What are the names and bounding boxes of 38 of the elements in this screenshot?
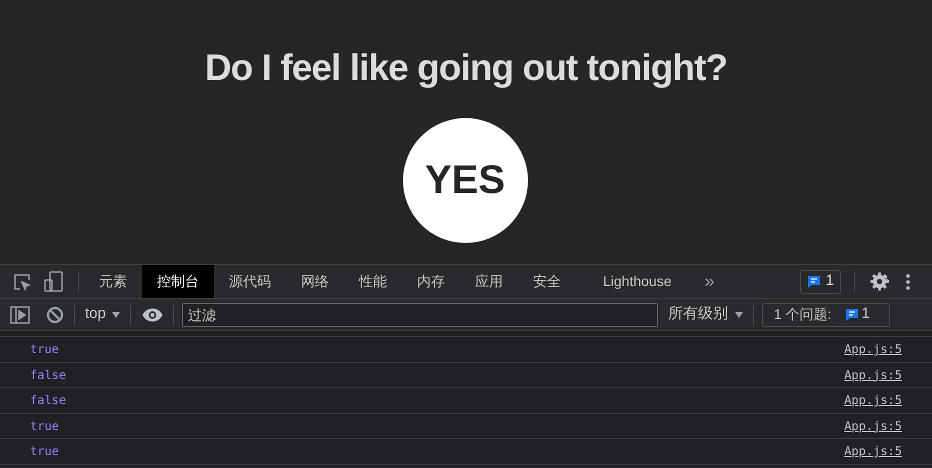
message-icon (806, 274, 821, 288)
console-value: true (30, 418, 59, 435)
sidebar-icon[interactable] (10, 306, 30, 324)
issues-button[interactable]: 1 (800, 270, 841, 294)
context-dropdown[interactable]: top (85, 303, 120, 326)
dropdown-caret-icon (112, 312, 120, 318)
more-options-icon[interactable] (906, 274, 910, 290)
source-link[interactable]: App.js:5 (844, 416, 902, 435)
source-link[interactable]: App.js:5 (844, 366, 902, 384)
dropdown-caret-icon (734, 312, 743, 318)
panel-tab[interactable]: 网络 (286, 265, 344, 298)
panel-tab[interactable]: 源代码 (214, 265, 286, 298)
more-tabs-button[interactable]: » (704, 268, 715, 295)
console-value: true (30, 341, 59, 358)
panel-tab[interactable]: 内存 (402, 265, 460, 298)
device-icon[interactable] (44, 270, 64, 292)
panel-tab[interactable]: 安全 (518, 265, 576, 298)
console-value: true (30, 443, 59, 460)
eye-icon[interactable] (142, 308, 163, 322)
clear-console-icon[interactable] (46, 306, 64, 324)
console-value: false (30, 366, 66, 384)
source-link[interactable]: App.js:5 (844, 340, 902, 358)
levels-dropdown[interactable]: 所有级别 (668, 303, 743, 326)
issues-counter-button[interactable]: 1 个问题: 1 (762, 302, 890, 326)
message-icon (845, 308, 860, 322)
source-link[interactable]: App.js:5 (844, 391, 902, 410)
console-value: false (30, 392, 66, 410)
panel-tab[interactable]: 性能 (344, 265, 402, 298)
panel-tab[interactable]: 应用 (460, 265, 518, 298)
filter-field[interactable]: 过滤 (182, 302, 658, 326)
yes-button[interactable]: YES (402, 118, 528, 242)
panel-tab[interactable]: 元素 (84, 265, 142, 298)
panel-tab[interactable]: 控制台 (142, 265, 214, 298)
settings-icon[interactable] (870, 272, 889, 291)
page-heading: Do I feel like going out tonight? (204, 46, 728, 90)
inspect-icon[interactable] (12, 272, 32, 292)
panel-tab[interactable]: Lighthouse (588, 265, 687, 298)
source-link[interactable]: App.js:5 (844, 442, 902, 460)
